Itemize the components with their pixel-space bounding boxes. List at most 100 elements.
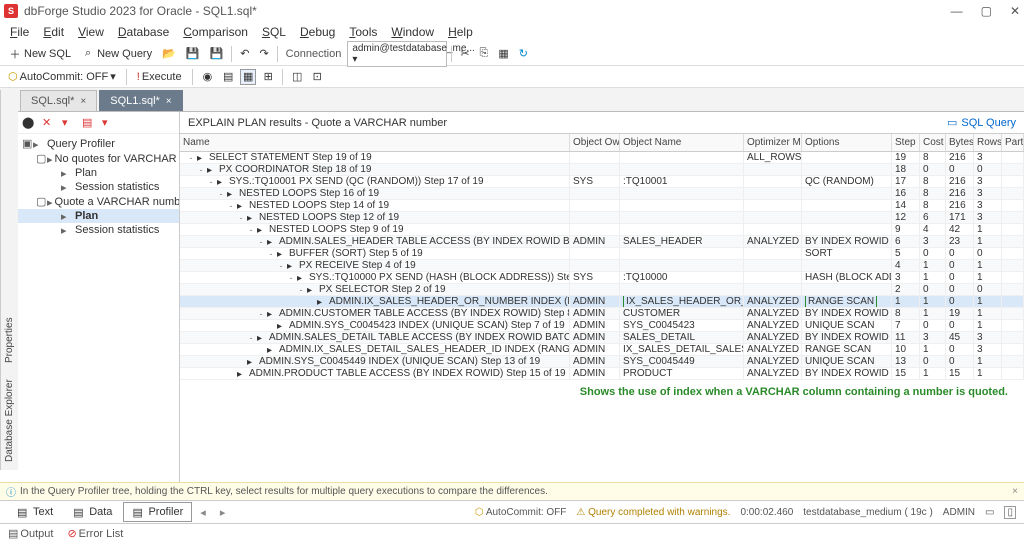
grid-row[interactable]: -▸ADMIN.CUSTOMER TABLE ACCESS (BY INDEX … [180, 308, 1024, 320]
grid-row[interactable]: ▸ADMIN.IX_SALES_HEADER_OR_NUMBER INDEX (… [180, 296, 1024, 308]
op-name: NESTED LOOPS Step 12 of 19 [259, 212, 399, 223]
column-header[interactable]: Step [892, 134, 920, 151]
undo-icon[interactable]: ↶ [236, 45, 253, 62]
grid-row[interactable]: ▸ADMIN.SYS_C0045449 INDEX (UNIQUE SCAN) … [180, 356, 1024, 368]
menu-tools[interactable]: Tools [343, 23, 383, 41]
tree-item[interactable]: ▢▸Quote a VARCHAR number [18, 194, 179, 209]
view-toggle-icon[interactable]: ⊞ [260, 69, 276, 85]
column-header[interactable]: Object Owner [570, 134, 620, 151]
filter-icon[interactable]: ▤ [82, 116, 96, 130]
info-close-icon[interactable]: × [1012, 486, 1018, 497]
autocommit-button[interactable]: ⬡ AutoCommit: OFF ▾ [4, 68, 120, 85]
database-explorer-tab[interactable]: Database Explorer [4, 379, 15, 462]
tree-item[interactable]: ▸Plan [18, 209, 179, 223]
open-icon[interactable]: 📂 [158, 45, 180, 62]
menu-help[interactable]: Help [442, 23, 479, 41]
cell: SYS_C0045423 [620, 320, 744, 331]
view-toggle-icon[interactable]: ⊡ [309, 69, 325, 85]
save-icon[interactable]: 💾 [182, 45, 204, 62]
tab-close-icon[interactable]: × [166, 96, 172, 107]
output-button[interactable]: ▤Output [8, 527, 53, 540]
grid-row[interactable]: ▸ADMIN.PRODUCT TABLE ACCESS (BY INDEX RO… [180, 368, 1024, 380]
grid-row[interactable]: -▸SYS.:TQ10001 PX SEND (QC (RANDOM)) Ste… [180, 176, 1024, 188]
view-toggle-icon[interactable]: ◫ [289, 69, 305, 85]
tab-close-icon[interactable]: × [80, 96, 86, 107]
nav-next-icon[interactable]: ▸ [214, 504, 232, 521]
grid-row[interactable]: -▸PX COORDINATOR Step 18 of 1918000 [180, 164, 1024, 176]
stop-icon[interactable]: ◉ [199, 68, 217, 85]
tool-icon[interactable]: ▦ [494, 45, 512, 62]
grid-row[interactable]: -▸NESTED LOOPS Step 14 of 191482163 [180, 200, 1024, 212]
new-query-button[interactable]: ⌕New Query [77, 45, 156, 63]
view-toggle-icon[interactable]: ▦ [240, 69, 256, 85]
delete-icon[interactable]: ✕ [42, 116, 56, 130]
tree-item[interactable]: ▸Plan [18, 166, 179, 180]
layout-icon[interactable]: ▯ [1004, 506, 1016, 519]
cell [620, 152, 744, 163]
record-icon[interactable]: ⬤ [22, 116, 36, 130]
column-header[interactable]: Rows [974, 134, 1002, 151]
minimize-icon[interactable]: — [951, 4, 963, 18]
cell: 0 [946, 272, 974, 283]
grid-row[interactable]: -▸PX SELECTOR Step 2 of 192000 [180, 284, 1024, 296]
bottom-tab-profiler[interactable]: ▤Profiler [123, 502, 192, 522]
new-sql-button[interactable]: ＋New SQL [4, 45, 75, 63]
tree-item[interactable]: ▸Session statistics [18, 180, 179, 194]
cell [744, 164, 802, 175]
op-icon: ▸ [247, 357, 257, 367]
cell: SALES_HEADER [620, 236, 744, 247]
column-header[interactable]: Optimizer Mode [744, 134, 802, 151]
close-icon[interactable]: ✕ [1010, 4, 1020, 18]
nav-prev-icon[interactable]: ◂ [194, 504, 212, 521]
view-toggle-icon[interactable]: ▤ [220, 69, 236, 85]
down-icon[interactable]: ▾ [102, 116, 116, 130]
grid-row[interactable]: -▸PX RECEIVE Step 4 of 194101 [180, 260, 1024, 272]
grid-row[interactable]: -▸ADMIN.SALES_HEADER TABLE ACCESS (BY IN… [180, 236, 1024, 248]
menu-edit[interactable]: Edit [37, 23, 70, 41]
grid-row[interactable]: ▸ADMIN.SYS_C0045423 INDEX (UNIQUE SCAN) … [180, 320, 1024, 332]
menu-sql[interactable]: SQL [256, 23, 292, 41]
tab-sql[interactable]: SQL.sql*× [20, 90, 97, 111]
menu-file[interactable]: File [4, 23, 35, 41]
tab-sql1[interactable]: SQL1.sql*× [99, 90, 182, 111]
menu-comparison[interactable]: Comparison [177, 23, 254, 41]
grid-row[interactable]: -▸SELECT STATEMENT Step 19 of 19ALL_ROWS… [180, 152, 1024, 164]
menu-database[interactable]: Database [112, 23, 175, 41]
column-header[interactable]: Object Name [620, 134, 744, 151]
properties-tab[interactable]: Properties [4, 318, 15, 364]
grid-row[interactable]: -▸ADMIN.SALES_DETAIL TABLE ACCESS (BY IN… [180, 332, 1024, 344]
plus-icon: ＋ [8, 47, 22, 61]
grid-row[interactable]: ▸ADMIN.IX_SALES_DETAIL_SALES_HEADER_ID I… [180, 344, 1024, 356]
column-header[interactable]: Bytes [946, 134, 974, 151]
grid-row[interactable]: -▸BUFFER (SORT) Step 5 of 19SORT5000 [180, 248, 1024, 260]
menu-window[interactable]: Window [385, 23, 440, 41]
tree-item[interactable]: ▣▸Query Profiler [18, 136, 179, 151]
grid-row[interactable]: -▸NESTED LOOPS Step 12 of 191261713 [180, 212, 1024, 224]
bottom-tab-data[interactable]: ▤Data [64, 502, 121, 522]
layout-icon[interactable]: ▭ [985, 507, 994, 518]
tree-item[interactable]: ▸Session statistics [18, 223, 179, 237]
menu-view[interactable]: View [72, 23, 110, 41]
down-icon[interactable]: ▾ [62, 116, 76, 130]
tree-item[interactable]: ▢▸No quotes for VARCHAR number [18, 151, 179, 166]
grid-row[interactable]: -▸SYS.:TQ10000 PX SEND (HASH (BLOCK ADDR… [180, 272, 1024, 284]
refresh-icon[interactable]: ↻ [515, 45, 532, 62]
grid-row[interactable]: -▸NESTED LOOPS Step 9 of 1994421 [180, 224, 1024, 236]
save-all-icon[interactable]: 💾 [206, 45, 228, 62]
column-header[interactable]: Cost [920, 134, 946, 151]
bottom-tab-text[interactable]: ▤Text [8, 502, 62, 522]
column-header[interactable]: Name [180, 134, 570, 151]
menu-debug[interactable]: Debug [294, 23, 341, 41]
sql-query-button[interactable]: ▭SQL Query [947, 116, 1016, 129]
cell [620, 248, 744, 259]
error-list-button[interactable]: ⊘Error List [67, 527, 123, 540]
redo-icon[interactable]: ↷ [255, 45, 272, 62]
column-header[interactable]: Parti [1002, 134, 1024, 151]
column-header[interactable]: Options [802, 134, 892, 151]
connection-dropdown[interactable]: admin@testdatabase_me... ▾ [347, 41, 447, 67]
tool-icon[interactable]: ⎘ [476, 45, 493, 62]
tool-icon[interactable]: ✂ [456, 45, 473, 62]
execute-button[interactable]: ! Execute [133, 69, 186, 85]
grid-row[interactable]: -▸NESTED LOOPS Step 16 of 191682163 [180, 188, 1024, 200]
maximize-icon[interactable]: ▢ [981, 4, 992, 18]
